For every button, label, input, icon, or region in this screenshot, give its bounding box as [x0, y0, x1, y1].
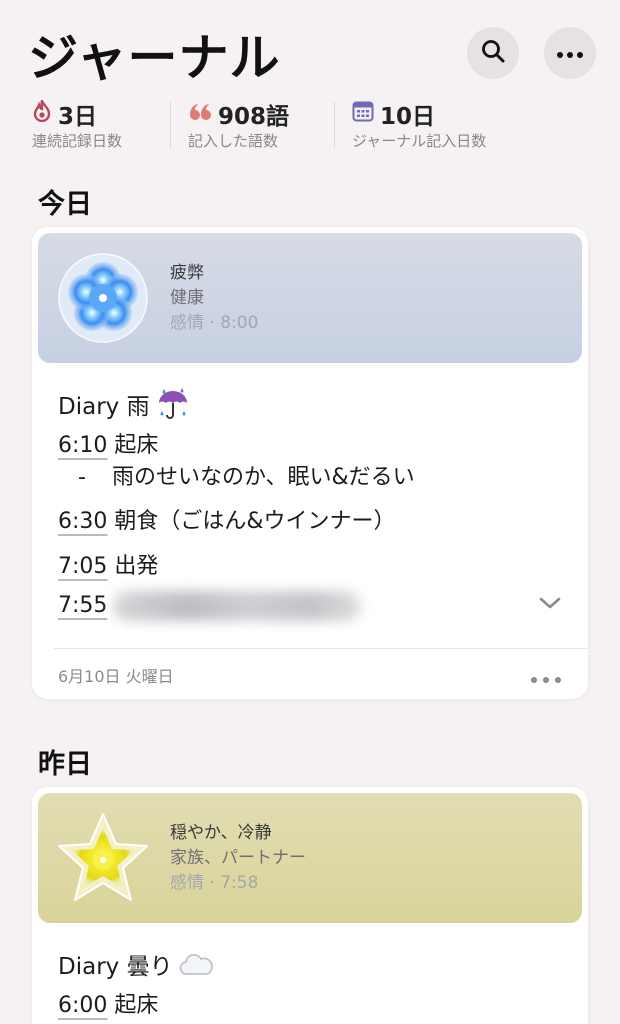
mood-meta: 感情 · 7:58: [170, 873, 259, 893]
entry-time[interactable]: 7:55: [58, 593, 107, 618]
flame-icon: [32, 97, 58, 128]
journal-entry-card[interactable]: 疲弊 健康 感情 · 8:00 Diary 雨 6:10 起床 - 雨のせいなのか…: [32, 227, 588, 699]
divider: [54, 648, 588, 649]
entry-line: 7:55: [58, 591, 362, 621]
entry-time[interactable]: 6:00: [58, 993, 107, 1018]
entry-bullet-line: - 雨のせいなのか、眠い&だるい: [78, 465, 415, 490]
entry-line: 6:10 起床: [58, 433, 159, 458]
redacted-text: [113, 591, 362, 621]
mood-subtitle: 家族、パートナー: [170, 848, 306, 868]
mood-panel[interactable]: 穏やか、冷静 家族、パートナー 感情 · 7:58: [38, 793, 582, 923]
stat-value: 3日: [58, 104, 98, 130]
entry-time[interactable]: 6:10: [58, 433, 107, 458]
stat-words[interactable]: 908語 記入した語数: [188, 100, 289, 151]
star-mood-icon: [52, 807, 154, 909]
chevron-down-icon[interactable]: [538, 595, 562, 614]
stat-days[interactable]: 10日 ジャーナル記入日数: [352, 100, 486, 151]
section-title-yesterday: 昨日: [38, 749, 92, 780]
quote-icon: [188, 101, 218, 127]
ellipsis-icon: [556, 44, 584, 63]
stat-label: ジャーナル記入日数: [352, 132, 487, 150]
page-title: ジャーナル: [28, 29, 281, 87]
stat-label: 連続記録日数: [32, 132, 123, 150]
search-button[interactable]: [467, 27, 519, 79]
mood-panel[interactable]: 疲弊 健康 感情 · 8:00: [38, 233, 582, 363]
stat-value: 10日: [380, 104, 436, 130]
entry-time[interactable]: 7:05: [58, 554, 107, 579]
entry-date: 6月10日 火曜日: [58, 667, 174, 686]
journal-entry-card[interactable]: 穏やか、冷静 家族、パートナー 感情 · 7:58 Diary 曇り 6:00 …: [32, 787, 588, 1024]
entry-line: 6:30 朝食（ごはん&ウインナー）: [58, 509, 396, 534]
calendar-icon: [352, 100, 380, 128]
section-title-today: 今日: [38, 189, 92, 220]
ellipsis-icon[interactable]: [530, 669, 562, 688]
cloud-icon: [179, 950, 213, 978]
entry-title: Diary 雨: [58, 387, 558, 421]
mood-meta: 感情 · 8:00: [170, 313, 259, 333]
more-options-button[interactable]: [544, 27, 596, 79]
entry-time[interactable]: 6:30: [58, 509, 107, 534]
umbrella-rain-icon: [156, 387, 190, 421]
entry-body[interactable]: Diary 曇り 6:00 起床: [58, 947, 558, 1024]
search-icon: [480, 38, 506, 68]
stat-label: 記入した語数: [188, 132, 279, 150]
stat-streak[interactable]: 3日 連続記録日数: [32, 97, 123, 151]
flower-mood-icon: [52, 247, 154, 349]
mood-title: 疲弊: [170, 263, 204, 283]
entry-body[interactable]: Diary 雨 6:10 起床 - 雨のせいなのか、眠い&だるい 6:30 朝食（…: [58, 387, 558, 627]
bullet: -: [78, 465, 86, 490]
entry-title: Diary 曇り: [58, 947, 558, 981]
entry-line: 6:00 起床: [58, 993, 159, 1018]
divider: [170, 102, 171, 148]
header: ジャーナル: [0, 0, 620, 100]
mood-subtitle: 健康: [170, 288, 204, 308]
entry-line: 7:05 出発: [58, 554, 159, 579]
divider: [334, 102, 335, 148]
stat-value: 908語: [218, 104, 290, 130]
stats-bar: 3日 連続記録日数 908語 記入した語数 10日 ジャーナル記入日数: [0, 97, 620, 156]
mood-title: 穏やか、冷静: [170, 823, 272, 843]
